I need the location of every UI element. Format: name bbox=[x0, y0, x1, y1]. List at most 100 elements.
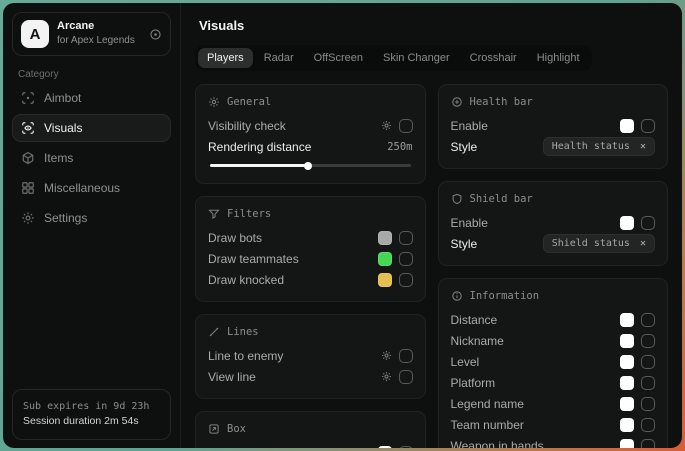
color-swatch[interactable] bbox=[620, 376, 634, 390]
color-swatch[interactable] bbox=[620, 216, 634, 230]
section-title: Filters bbox=[227, 208, 271, 220]
distance-checkbox[interactable] bbox=[641, 313, 655, 327]
sidebar-item-items[interactable]: Items bbox=[12, 144, 171, 172]
sidebar-item-label: Settings bbox=[44, 211, 87, 225]
color-swatch[interactable] bbox=[620, 334, 634, 348]
color-swatch[interactable] bbox=[378, 273, 392, 287]
color-swatch[interactable] bbox=[620, 418, 634, 432]
tab-radar[interactable]: Radar bbox=[255, 48, 303, 68]
tab-crosshair[interactable]: Crosshair bbox=[461, 48, 526, 68]
color-swatch[interactable] bbox=[620, 355, 634, 369]
slider-thumb[interactable] bbox=[304, 162, 312, 170]
tab-skin-changer[interactable]: Skin Changer bbox=[374, 48, 459, 68]
page-title: Visuals bbox=[199, 18, 668, 33]
general-gear-icon bbox=[208, 96, 220, 108]
health-bar-section: Health bar Enable Style Health status bbox=[438, 84, 669, 169]
color-swatch[interactable] bbox=[620, 439, 634, 449]
draw-bots-checkbox[interactable] bbox=[399, 231, 413, 245]
visibility-check-row: Visibility check bbox=[208, 115, 413, 136]
shield-bar-section: Shield bar Enable Style Shield status bbox=[438, 181, 669, 266]
general-section: General Visibility check bbox=[195, 84, 426, 184]
sidebar-item-miscellaneous[interactable]: Miscellaneous bbox=[12, 174, 171, 202]
section-title: General bbox=[227, 96, 271, 108]
health-style-dropdown[interactable]: Health status ✕ bbox=[543, 137, 655, 156]
health-enable-row: Enable bbox=[451, 115, 656, 136]
view-line-row: View line bbox=[208, 366, 413, 387]
shield-style-dropdown[interactable]: Shield status ✕ bbox=[543, 234, 655, 253]
draw-bots-row: Draw bots bbox=[208, 227, 413, 248]
team-number-checkbox[interactable] bbox=[641, 418, 655, 432]
clear-icon[interactable]: ✕ bbox=[640, 142, 646, 152]
row-settings-icon[interactable] bbox=[381, 371, 392, 382]
info-icon bbox=[451, 290, 463, 302]
section-title: Information bbox=[470, 290, 540, 302]
section-title: Lines bbox=[227, 326, 259, 338]
box-icon bbox=[208, 423, 220, 435]
app-logo: A bbox=[21, 20, 49, 48]
shield-style-row: Style Shield status ✕ bbox=[451, 233, 656, 254]
visibility-check-checkbox[interactable] bbox=[399, 119, 413, 133]
health-enable-checkbox[interactable] bbox=[641, 119, 655, 133]
app-subtitle: for Apex Legends bbox=[57, 35, 141, 48]
sidebar-item-label: Miscellaneous bbox=[44, 181, 120, 195]
sidebar-item-aimbot[interactable]: Aimbot bbox=[12, 84, 171, 112]
color-swatch[interactable] bbox=[620, 313, 634, 327]
nickname-checkbox[interactable] bbox=[641, 334, 655, 348]
line-to-enemy-checkbox[interactable] bbox=[399, 349, 413, 363]
row-settings-icon[interactable] bbox=[381, 120, 392, 131]
row-settings-icon[interactable] bbox=[381, 350, 392, 361]
shield-enable-checkbox[interactable] bbox=[641, 216, 655, 230]
sub-expiry-text: Sub expires in 9d 23h bbox=[23, 399, 160, 414]
gear-icon bbox=[21, 211, 35, 225]
color-swatch[interactable] bbox=[378, 446, 392, 449]
sidebar: A Arcane for Apex Legends Category bbox=[3, 3, 181, 448]
level-checkbox[interactable] bbox=[641, 355, 655, 369]
sidebar-nav: Aimbot Visuals bbox=[12, 84, 171, 232]
funnel-icon bbox=[208, 208, 220, 220]
category-label: Category bbox=[18, 69, 171, 80]
main-content: Visuals Players Radar OffScreen Skin Cha… bbox=[181, 3, 682, 448]
left-column: General Visibility check bbox=[195, 84, 426, 448]
sidebar-item-settings[interactable]: Settings bbox=[12, 204, 171, 232]
tab-offscreen[interactable]: OffScreen bbox=[305, 48, 372, 68]
line-icon bbox=[208, 326, 220, 338]
tab-highlight[interactable]: Highlight bbox=[528, 48, 589, 68]
draw-knocked-checkbox[interactable] bbox=[399, 273, 413, 287]
platform-checkbox[interactable] bbox=[641, 376, 655, 390]
package-icon bbox=[21, 151, 35, 165]
health-icon bbox=[451, 96, 463, 108]
app-window: A Arcane for Apex Legends Category bbox=[3, 3, 682, 448]
sidebar-item-label: Visuals bbox=[44, 121, 82, 135]
filters-section: Filters Draw bots Draw teammates bbox=[195, 196, 426, 302]
visuals-tab-bar: Players Radar OffScreen Skin Changer Cro… bbox=[195, 45, 592, 71]
right-column: Health bar Enable Style Health status bbox=[438, 84, 669, 448]
weapon-in-hands-checkbox[interactable] bbox=[641, 439, 655, 449]
draw-teammates-checkbox[interactable] bbox=[399, 252, 413, 266]
legend-name-checkbox[interactable] bbox=[641, 397, 655, 411]
box-enable-checkbox[interactable] bbox=[399, 446, 413, 449]
grid-icon bbox=[21, 181, 35, 195]
subscription-card: Sub expires in 9d 23h Session duration 2… bbox=[12, 389, 171, 440]
team-number-row: Team number bbox=[451, 414, 656, 435]
color-swatch[interactable] bbox=[620, 397, 634, 411]
tab-players[interactable]: Players bbox=[198, 48, 253, 68]
sidebar-item-label: Items bbox=[44, 151, 73, 165]
sidebar-item-visuals[interactable]: Visuals bbox=[12, 114, 171, 142]
view-line-checkbox[interactable] bbox=[399, 370, 413, 384]
nickname-row: Nickname bbox=[451, 330, 656, 351]
legend-name-row: Legend name bbox=[451, 393, 656, 414]
section-title: Health bar bbox=[470, 96, 533, 108]
lines-section: Lines Line to enemy bbox=[195, 314, 426, 399]
color-swatch[interactable] bbox=[378, 231, 392, 245]
color-swatch[interactable] bbox=[378, 252, 392, 266]
rendering-distance-slider[interactable] bbox=[210, 161, 411, 170]
emblem-icon[interactable] bbox=[149, 28, 162, 41]
session-duration-text: Session duration 2m 54s bbox=[23, 414, 160, 430]
distance-row: Distance bbox=[451, 309, 656, 330]
clear-icon[interactable]: ✕ bbox=[640, 239, 646, 249]
information-section: Information Distance Nickname bbox=[438, 278, 669, 448]
color-swatch[interactable] bbox=[620, 119, 634, 133]
draw-teammates-row: Draw teammates bbox=[208, 248, 413, 269]
weapon-in-hands-row: Weapon in hands bbox=[451, 435, 656, 448]
rendering-distance-row: Rendering distance 250m bbox=[208, 136, 413, 157]
